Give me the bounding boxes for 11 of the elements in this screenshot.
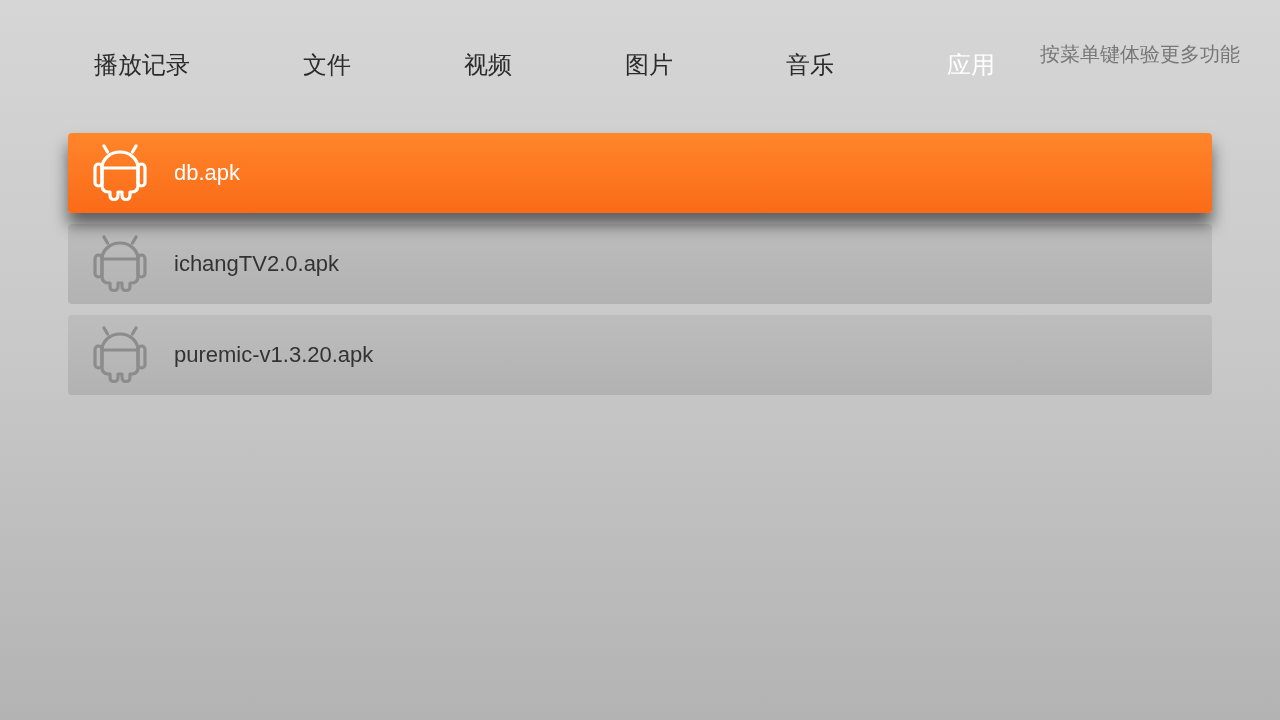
file-item[interactable]: ichangTV2.0.apk: [68, 224, 1212, 304]
tab[interactable]: 播放记录: [94, 51, 190, 79]
tab[interactable]: 视频: [464, 51, 512, 79]
robot-icon: [93, 326, 147, 384]
robot-icon: [93, 144, 147, 202]
file-item[interactable]: puremic-v1.3.20.apk: [68, 315, 1212, 395]
robot-icon: [93, 235, 147, 293]
tab[interactable]: 图片: [625, 51, 673, 79]
tab[interactable]: 文件: [303, 51, 351, 79]
hint-text: 按菜单键体验更多功能: [1040, 42, 1240, 66]
tab[interactable]: 音乐: [786, 51, 834, 79]
